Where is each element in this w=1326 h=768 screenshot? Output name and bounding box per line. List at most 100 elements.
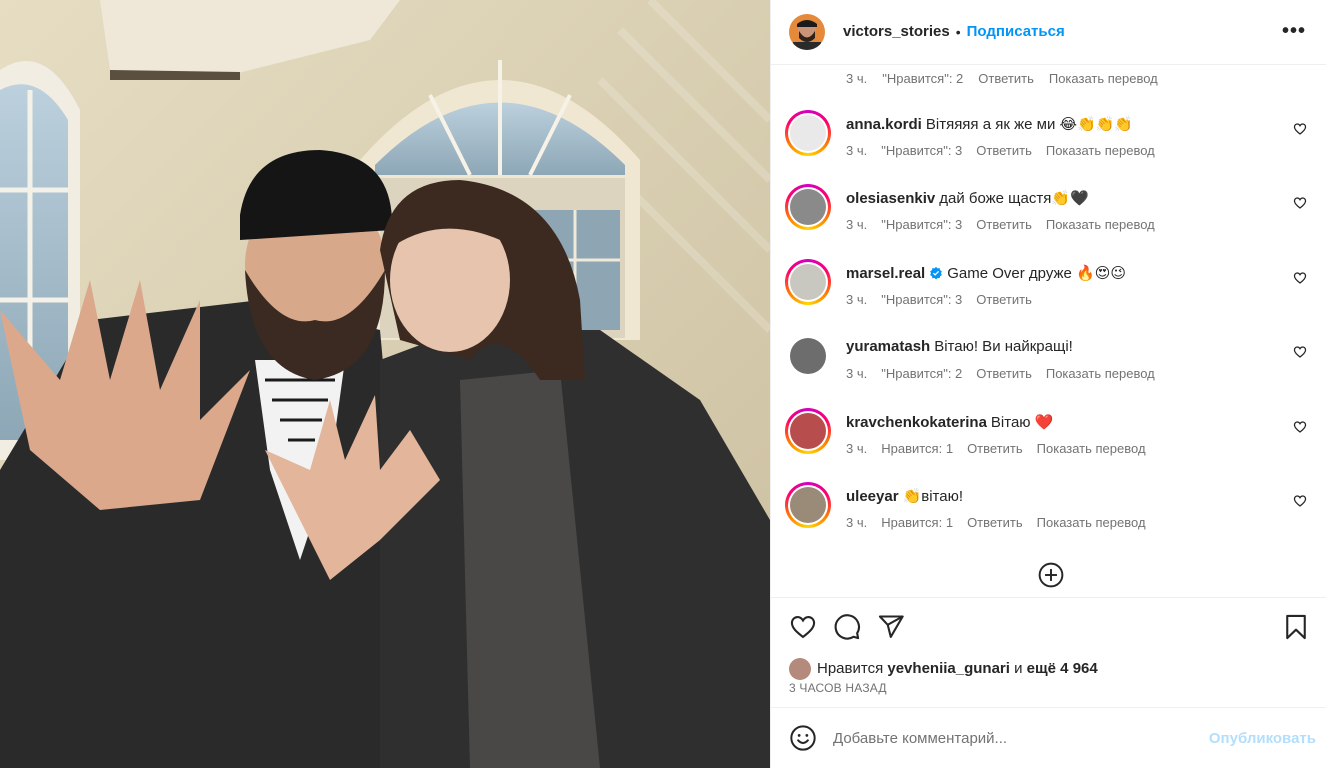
post-header: victors_stories • Подписаться •••: [771, 0, 1326, 65]
commenter-avatar[interactable]: [785, 258, 831, 305]
comment-meta: 3 ч. Нравится: 1 Ответить Показать перев…: [846, 441, 1146, 456]
commenter-avatar[interactable]: [785, 184, 831, 231]
commenter-avatar-image: [790, 114, 826, 151]
comment-item: yuramatash Вітаю! Ви найкращі! 3 ч. "Нрав…: [785, 333, 1315, 403]
comment-composer: Опубликовать: [771, 707, 1326, 768]
author-username[interactable]: victors_stories: [843, 23, 950, 40]
commenter-avatar[interactable]: [785, 109, 831, 156]
commenter-avatar-image: [790, 412, 826, 449]
comment-like-heart-icon[interactable]: [1293, 345, 1307, 359]
comment-meta: 3 ч. "Нравится": 2 Ответить Показать пер…: [846, 366, 1155, 381]
liker-username[interactable]: yevheniia_gunari: [887, 660, 1010, 677]
comment-bubble-icon[interactable]: [833, 613, 861, 641]
comment-likes[interactable]: Нравится: 1: [881, 515, 953, 530]
liker-avatar: [789, 657, 811, 680]
commenter-username[interactable]: yuramatash: [846, 338, 930, 355]
post-time-ago[interactable]: 3 ЧАСОВ НАЗАД: [771, 681, 1326, 707]
likes-summary[interactable]: Нравится yevheniia_gunari и ещё 4 964: [771, 656, 1326, 682]
translate-button[interactable]: Показать перевод: [1049, 71, 1158, 86]
comment-body: Вітаю ❤️: [990, 413, 1054, 431]
comment-item: olesiasenkiv дай боже щастя👏🖤 3 ч. "Нрави…: [785, 184, 1315, 254]
commenter-avatar-image: [790, 263, 826, 300]
comment-body: Вітяяяя а як же ми 😂👏👏👏: [925, 115, 1134, 133]
comment-likes[interactable]: "Нравится": 3: [881, 292, 962, 307]
translate-button[interactable]: Показать перевод: [1046, 217, 1155, 232]
comment-meta: 3 ч. "Нравится": 3 Ответить Показать пер…: [846, 143, 1155, 158]
like-heart-icon[interactable]: [789, 613, 817, 641]
commenter-avatar[interactable]: [785, 333, 831, 379]
comment-body: дай боже щастя👏🖤: [939, 190, 1089, 208]
comment-item: marsel.real Game Over друже 🔥😍😉 3 ч. "Нра…: [785, 258, 1315, 329]
comment-item: uleeyar 👏вітаю! 3 ч. Нравится: 1 Ответить…: [785, 482, 1315, 552]
comment-time: 3 ч.: [846, 515, 868, 531]
comment-meta: 3 ч. Нравится: 1 Ответить Показать перев…: [846, 515, 1146, 530]
translate-button[interactable]: Показать перевод: [1046, 143, 1155, 158]
commenter-avatar-image: [790, 338, 826, 375]
likes-connector: и: [1014, 660, 1023, 678]
follow-button[interactable]: Подписаться: [967, 23, 1065, 40]
comment-time: 3 ч.: [846, 366, 868, 382]
comment-text-line: uleeyar 👏вітаю!: [846, 487, 963, 505]
photo-illustration: [0, 0, 770, 768]
post-actions-bar: [771, 596, 1326, 656]
reply-button[interactable]: Ответить: [976, 217, 1032, 232]
commenter-avatar[interactable]: [785, 482, 831, 529]
post-comment-button[interactable]: Опубликовать: [1209, 730, 1316, 747]
comment-likes[interactable]: "Нравится": 2: [881, 366, 962, 381]
comment-body: 👏вітаю!: [902, 488, 963, 506]
comments-list[interactable]: 3 ч. "Нравится": 2 Ответить Показать пер…: [771, 65, 1326, 597]
comment-time: 3 ч.: [846, 70, 868, 86]
author-avatar[interactable]: [789, 13, 825, 50]
comment-like-heart-icon[interactable]: [1293, 196, 1307, 210]
comment-like-heart-icon[interactable]: [1293, 271, 1307, 285]
comment-likes[interactable]: Нравится: 1: [881, 441, 953, 456]
reply-button[interactable]: Ответить: [967, 441, 1023, 456]
reply-button[interactable]: Ответить: [976, 143, 1032, 158]
comment-like-heart-icon[interactable]: [1293, 420, 1307, 434]
comment-text-line: yuramatash Вітаю! Ви найкращі!: [846, 338, 1073, 355]
comment-item: kravchenkokaterina Вітаю ❤️ 3 ч. Нравится…: [785, 407, 1315, 478]
comment-body: Вітаю! Ви найкращі!: [934, 338, 1073, 356]
translate-button[interactable]: Показать перевод: [1037, 515, 1146, 530]
comment-likes[interactable]: "Нравится": 3: [881, 217, 962, 232]
emoji-smiley-icon[interactable]: [789, 724, 817, 752]
comment-like-heart-icon[interactable]: [1293, 494, 1307, 508]
comment-input[interactable]: [833, 729, 1209, 747]
translate-button[interactable]: Показать перевод: [1037, 441, 1146, 456]
comment-meta: 3 ч. "Нравится": 3 Ответить Показать пер…: [846, 217, 1155, 232]
comment-item: anna.kordi Вітяяяя а як же ми 😂👏👏👏 3 ч. "…: [785, 109, 1315, 180]
more-options-icon[interactable]: •••: [1278, 20, 1310, 43]
comment-like-heart-icon[interactable]: [1293, 122, 1307, 136]
commenter-username[interactable]: olesiasenkiv: [846, 190, 935, 207]
comment-meta: 3 ч. "Нравится": 3 Ответить: [846, 292, 1032, 307]
share-paper-plane-icon[interactable]: [877, 613, 905, 641]
commenter-username[interactable]: marsel.real: [846, 265, 925, 282]
comment-text-line: kravchenkokaterina Вітаю ❤️: [846, 413, 1053, 431]
comment-text-line: marsel.real Game Over друже 🔥😍😉: [846, 264, 1126, 282]
commenter-username[interactable]: anna.kordi: [846, 116, 922, 133]
comment-text-line: anna.kordi Вітяяяя а як же ми 😂👏👏👏: [846, 115, 1133, 133]
translate-button[interactable]: Показать перевод: [1046, 366, 1155, 381]
comment-text-line: olesiasenkiv дай боже щастя👏🖤: [846, 189, 1089, 207]
reply-button[interactable]: Ответить: [978, 71, 1034, 86]
commenter-username[interactable]: kravchenkokaterina: [846, 414, 987, 431]
save-bookmark-icon[interactable]: [1282, 613, 1310, 641]
commenter-username[interactable]: uleeyar: [846, 488, 899, 505]
reply-button[interactable]: Ответить: [976, 366, 1032, 381]
reply-button[interactable]: Ответить: [967, 515, 1023, 530]
previous-comment-meta: 3 ч. "Нравится": 2 Ответить Показать пер…: [846, 71, 1158, 86]
likes-count[interactable]: ещё 4 964: [1027, 660, 1098, 677]
author-avatar-image: [789, 13, 825, 50]
load-more-comments-icon[interactable]: [1038, 562, 1064, 588]
post-photo[interactable]: [0, 0, 770, 768]
likes-prefix: Нравится: [817, 660, 884, 678]
comment-likes[interactable]: "Нравится": 3: [881, 143, 962, 158]
comment-likes[interactable]: "Нравится": 2: [882, 71, 963, 86]
verified-badge-icon: [930, 266, 943, 280]
comment-time: 3 ч.: [846, 440, 868, 456]
comment-time: 3 ч.: [846, 217, 868, 233]
reply-button[interactable]: Ответить: [976, 292, 1032, 307]
post-side-panel: victors_stories • Подписаться ••• 3 ч. "…: [770, 0, 1326, 768]
commenter-avatar[interactable]: [785, 407, 831, 454]
comment-body: Game Over друже 🔥😍😉: [947, 264, 1127, 282]
